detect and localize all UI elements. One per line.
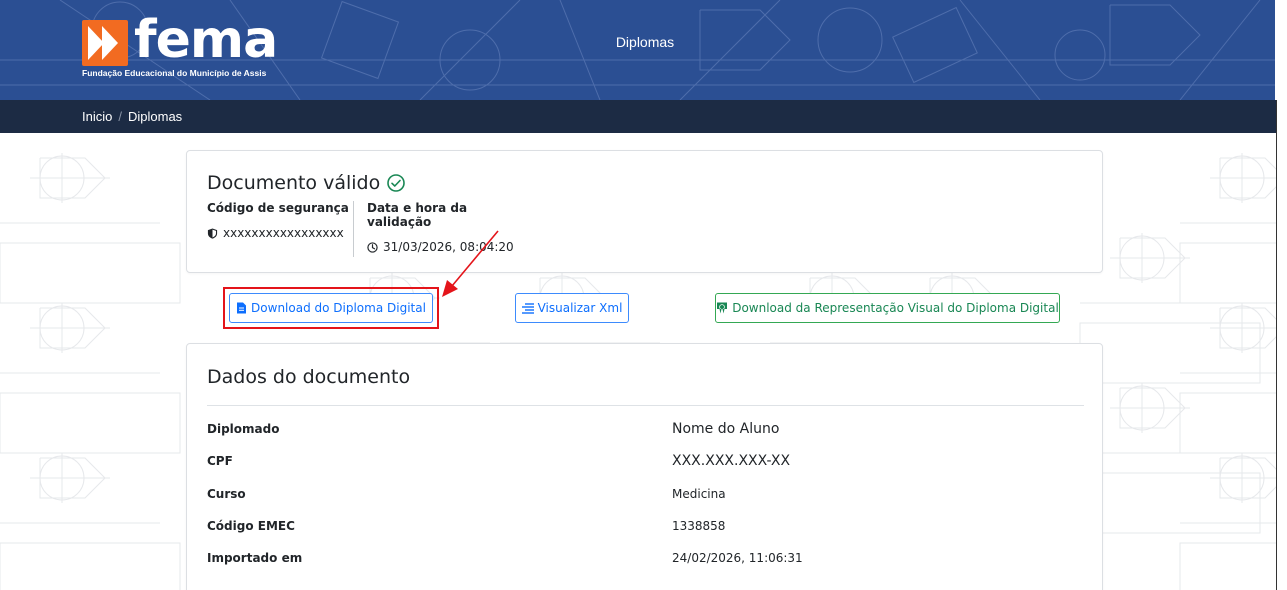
document-data-card: Dados do documento Diplomado Nome do Alu… <box>186 343 1103 590</box>
datetime-block: Data e hora da validação 31/03/2026, 08:… <box>353 201 533 257</box>
data-row-diplomado: Diplomado Nome do Aluno <box>207 421 1084 442</box>
datetime-label: Data e hora da validação <box>367 201 468 229</box>
view-xml-label: Visualizar Xml <box>537 301 623 315</box>
shield-icon <box>207 227 218 239</box>
fema-logo[interactable]: fema Fundação Educacional do Município d… <box>82 14 302 80</box>
download-diploma-label: Download do Diploma Digital <box>251 301 426 315</box>
scrollbar-edge[interactable] <box>1276 100 1287 590</box>
page: fema Fundação Educacional do Município d… <box>0 0 1287 590</box>
logo-subtitle: Fundação Educacional do Município de Ass… <box>82 68 267 78</box>
security-code-value: xxxxxxxxxxxxxxxxx <box>223 226 344 240</box>
data-value: 24/02/2026, 11:06:31 <box>672 551 803 565</box>
download-visual-label: Download da Representação Visual do Dipl… <box>732 301 1059 315</box>
breadcrumb-separator: / <box>118 109 122 124</box>
data-label: Diplomado <box>207 422 280 436</box>
breadcrumb-bar: Inicio / Diplomas <box>0 100 1276 133</box>
data-value: 1338858 <box>672 519 726 533</box>
page-header-title: Diplomas <box>615 34 675 50</box>
logo-mark-icon <box>82 20 128 66</box>
security-code-block: Código de segurança xxxxxxxxxxxxxxxxx <box>207 201 352 240</box>
breadcrumb: Inicio / Diplomas <box>82 109 182 124</box>
logo-word: fema <box>134 10 278 70</box>
datetime-row: 31/03/2026, 08:04:20 <box>367 240 533 254</box>
data-label: CPF <box>207 454 233 468</box>
validation-card: Documento válido Código de segurança xxx… <box>186 150 1103 273</box>
data-label: Importado em <box>207 551 303 565</box>
data-row-codigo-emec: Código EMEC 1338858 <box>207 519 1084 539</box>
security-code-row: xxxxxxxxxxxxxxxxx <box>207 226 352 240</box>
breadcrumb-current: Diplomas <box>127 109 183 124</box>
header-edge <box>1275 0 1287 100</box>
clock-icon <box>367 241 378 253</box>
data-label: Código EMEC <box>207 519 295 533</box>
data-row-importado-em: Importado em 24/02/2026, 11:06:31 <box>207 551 1084 571</box>
validation-title: Documento válido <box>207 172 381 194</box>
site-header: fema Fundação Educacional do Município d… <box>0 0 1287 100</box>
data-row-cpf: CPF XXX.XXX.XXX-XX <box>207 453 1084 474</box>
download-diploma-button[interactable]: Download do Diploma Digital <box>229 293 433 323</box>
check-circle-icon <box>387 174 406 192</box>
breadcrumb-home-link[interactable]: Inicio <box>82 109 112 124</box>
data-value: Medicina <box>672 487 726 501</box>
validation-title-row: Documento válido <box>207 172 406 194</box>
graduation-icon <box>717 302 728 314</box>
divider <box>207 405 1084 406</box>
download-visual-button[interactable]: Download da Representação Visual do Dipl… <box>715 293 1060 323</box>
view-xml-button[interactable]: Visualizar Xml <box>515 293 629 323</box>
data-label: Curso <box>207 487 246 501</box>
document-data-title: Dados do documento <box>207 366 411 388</box>
datetime-value: 31/03/2026, 08:04:20 <box>383 240 514 254</box>
list-icon <box>521 303 534 314</box>
data-row-curso: Curso Medicina <box>207 487 1084 507</box>
file-icon <box>237 302 247 314</box>
security-code-label: Código de segurança <box>207 201 349 215</box>
data-value: Nome do Aluno <box>672 421 780 437</box>
data-value: XXX.XXX.XXX-XX <box>672 453 791 469</box>
